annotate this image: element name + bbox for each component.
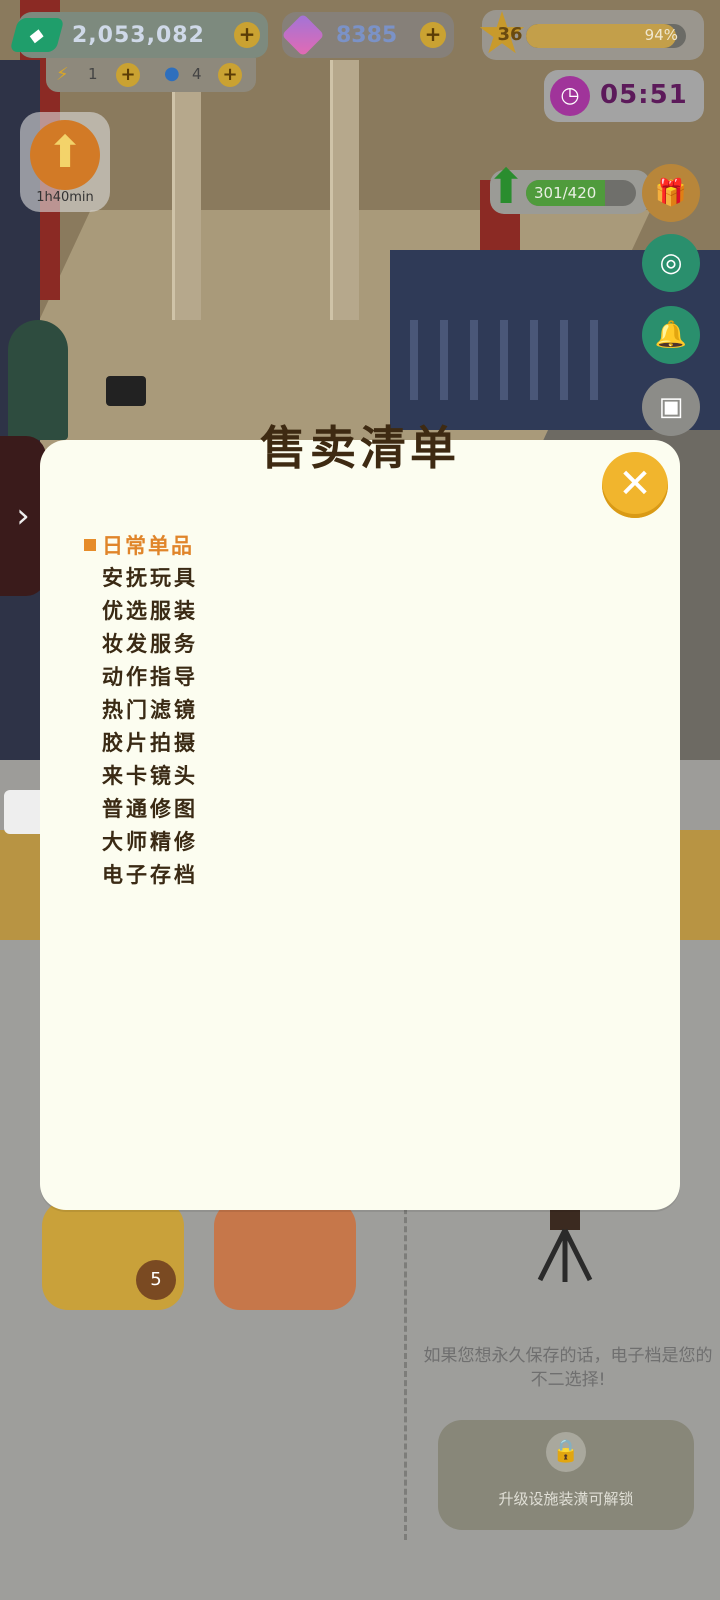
- dialog-title: 售卖清单: [260, 421, 460, 475]
- add-water-button[interactable]: +: [218, 63, 242, 87]
- timer-value: 05:51: [600, 80, 688, 110]
- stamina-track: 301/420: [526, 180, 636, 206]
- rail: [440, 320, 448, 400]
- list-item: 胶片拍摄: [102, 731, 198, 755]
- water-value: 4: [192, 65, 202, 83]
- gem-counter: 8385 +: [281, 12, 454, 58]
- unlock-label: 升级设施装潢可解锁: [498, 1490, 634, 1508]
- add-gems-button[interactable]: +: [420, 22, 446, 48]
- tripod-icon: [537, 1210, 593, 1282]
- gift-icon[interactable]: 🎁: [642, 164, 700, 222]
- up-arrow-icon: ⬆: [486, 159, 527, 215]
- money-value: 2,053,082: [72, 22, 205, 48]
- gem-value: 8385: [336, 22, 398, 48]
- gem-icon: [281, 13, 325, 57]
- energy-value: 1: [88, 65, 98, 83]
- rail: [560, 320, 568, 400]
- rail: [470, 320, 478, 400]
- staff-count-badge: 5: [136, 1260, 176, 1300]
- rail: [410, 320, 418, 400]
- category-label: 日常单品: [102, 534, 194, 558]
- staff-button[interactable]: 5: [42, 1200, 184, 1310]
- locked-unlock-button[interactable]: 🔒 升级设施装潢可解锁: [438, 1420, 694, 1530]
- level-progress[interactable]: 94% ★ 36: [476, 4, 704, 62]
- camera-tripod: [106, 376, 146, 406]
- list-item: 妆发服务: [102, 632, 198, 656]
- money-counter: ◆ 2,053,082 +: [9, 12, 268, 58]
- list-item: 热门滤镜: [102, 698, 198, 722]
- sale-list-dialog: 售卖清单 ✕ 日常单品 安抚玩具 优选服装 妆发服务 动作指导 热门滤镜 胶片拍…: [40, 421, 680, 1210]
- water-drop-icon: ●: [164, 63, 180, 84]
- timer-display: ◷ 05:51: [544, 70, 704, 122]
- list-item: 安抚玩具: [102, 566, 198, 590]
- feature-hint: 如果您想永久保存的话，电子档是您的不二选择!: [423, 1346, 713, 1390]
- upgrade-time: 1h40min: [36, 190, 94, 205]
- list-item: 普通修图: [102, 797, 198, 821]
- chevron-right-icon: ›: [16, 496, 30, 536]
- upgrade-button[interactable]: ⬆ 1h40min: [20, 112, 110, 212]
- clock-icon: ◷: [550, 76, 590, 116]
- mystery-house-button[interactable]: [214, 1200, 356, 1310]
- resource-subbar: ⚡ 1 + ● 4 +: [46, 58, 256, 92]
- list-item: 动作指导: [102, 665, 198, 689]
- rail: [530, 320, 538, 400]
- lock-icon: 🔒: [546, 1432, 586, 1472]
- xp-percent: 94%: [644, 26, 678, 44]
- list-item: 来卡镜头: [102, 764, 198, 788]
- sale-items-list: 日常单品 安抚玩具 优选服装 妆发服务 动作指导 热门滤镜 胶片拍摄 来卡镜头 …: [84, 528, 198, 892]
- chat-icon[interactable]: ◎: [642, 234, 700, 292]
- close-icon[interactable]: ✕: [602, 452, 668, 518]
- list-item: 优选服装: [102, 599, 198, 623]
- upgrade-arrow-icon: ⬆: [30, 120, 100, 190]
- rail: [590, 320, 598, 400]
- pillar: [172, 60, 201, 320]
- list-item: 大师精修: [102, 830, 198, 854]
- lightning-icon: ⚡: [56, 64, 69, 85]
- xp-bar: 94%: [526, 24, 686, 48]
- banknote-icon: ◆: [9, 18, 65, 52]
- category-marker-icon: [84, 539, 96, 551]
- add-money-button[interactable]: +: [234, 22, 260, 48]
- bell-icon[interactable]: 🔔: [642, 306, 700, 364]
- add-energy-button[interactable]: +: [116, 63, 140, 87]
- stamina-value: 301/420: [534, 184, 597, 202]
- list-item: 电子存档: [102, 863, 198, 887]
- category-header: 日常单品: [84, 528, 198, 562]
- panel-divider: [404, 1190, 407, 1540]
- stamina-bar[interactable]: 301/420 ⬆: [486, 162, 650, 214]
- level-number: 36: [497, 24, 523, 45]
- rail: [500, 320, 508, 400]
- pillar: [330, 60, 359, 320]
